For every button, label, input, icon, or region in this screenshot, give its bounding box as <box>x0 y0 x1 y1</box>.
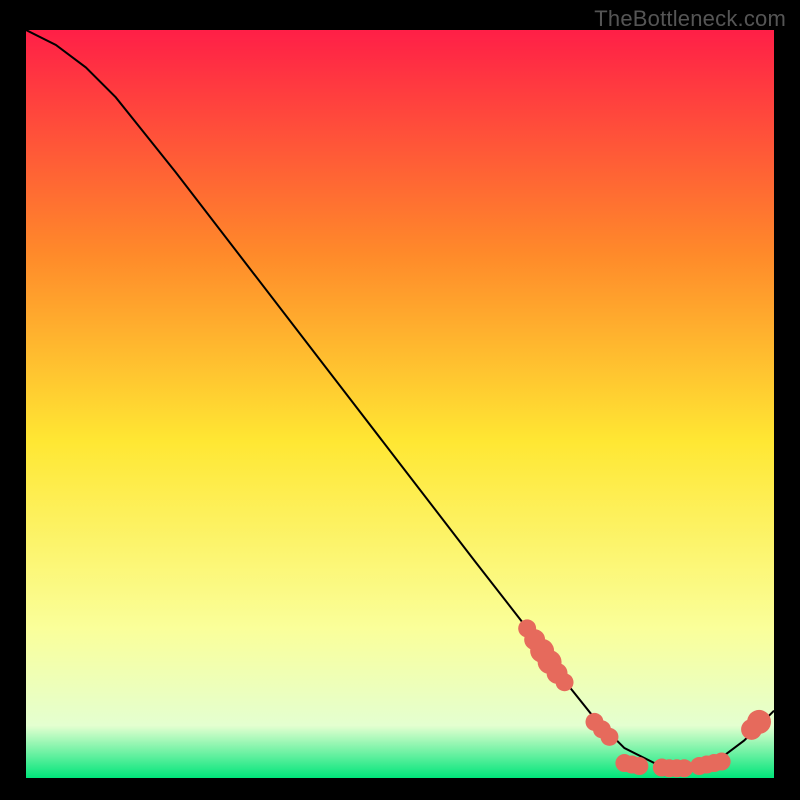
gradient-background <box>26 30 774 778</box>
marker-point <box>600 728 618 746</box>
plot-area <box>26 30 774 778</box>
marker-point <box>556 673 574 691</box>
marker-point <box>630 757 648 775</box>
marker-point <box>713 753 731 771</box>
chart-container: TheBottleneck.com <box>0 0 800 800</box>
chart-svg <box>26 30 774 778</box>
watermark-text: TheBottleneck.com <box>594 6 786 32</box>
marker-point <box>747 710 771 734</box>
